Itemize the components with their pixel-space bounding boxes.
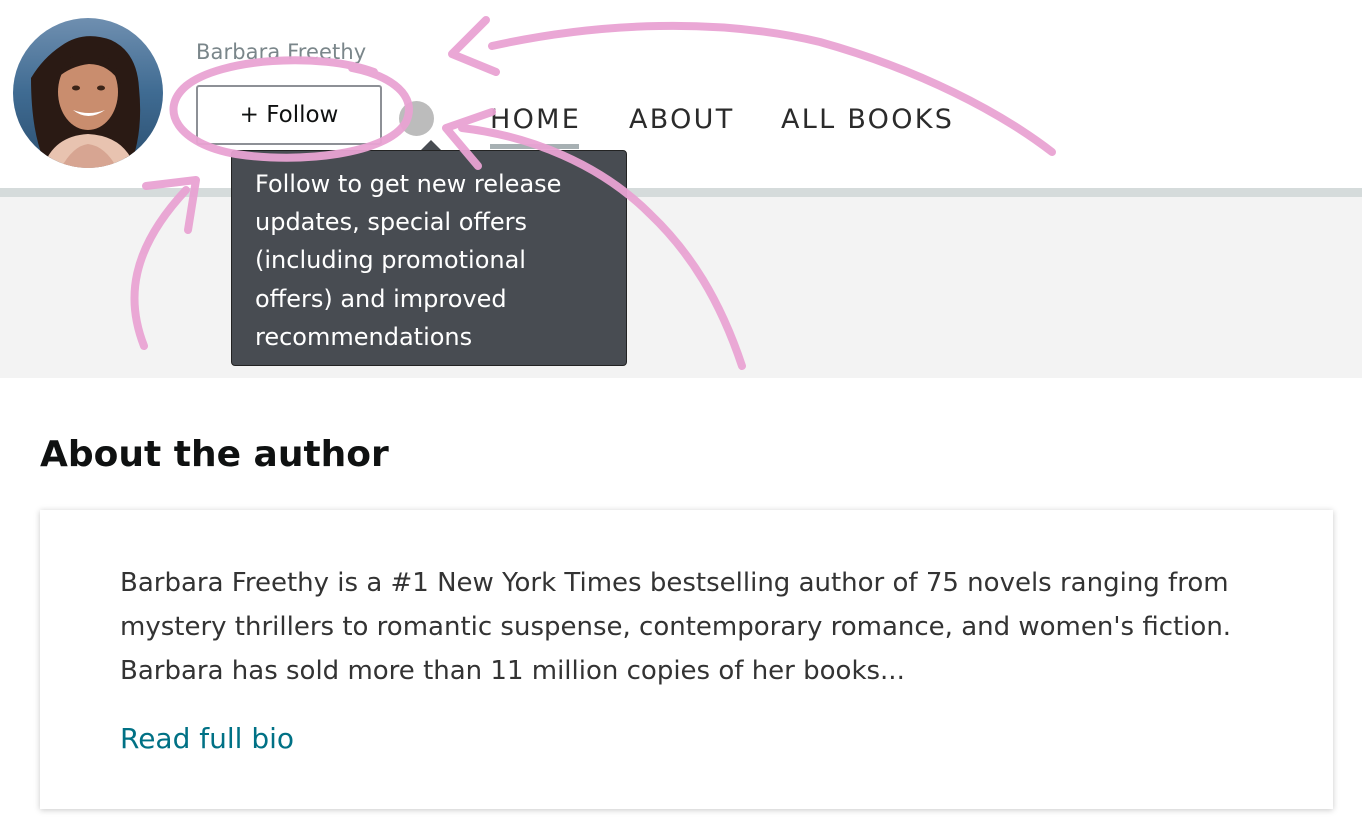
about-title: About the author: [40, 434, 389, 475]
bio-text: Barbara Freethy is a #1 New York Times b…: [120, 568, 1232, 686]
author-name[interactable]: Barbara Freethy: [196, 40, 366, 64]
annotation-arrowhead-top: [448, 16, 500, 76]
nav-home[interactable]: HOME: [490, 104, 581, 135]
author-avatar[interactable]: [13, 18, 163, 168]
nav-all-books[interactable]: ALL BOOKS: [781, 104, 954, 135]
bio-card: Barbara Freethy is a #1 New York Times b…: [40, 510, 1333, 809]
header-divider: [0, 188, 1362, 197]
read-full-bio-link[interactable]: Read full bio: [120, 722, 294, 755]
follow-button[interactable]: + Follow: [196, 85, 382, 145]
header-band: [0, 197, 1362, 378]
nav-active-indicator: [490, 144, 579, 149]
author-photo: [13, 18, 163, 168]
follow-tooltip: Follow to get new release updates, speci…: [231, 150, 627, 366]
info-icon[interactable]: [399, 101, 434, 136]
nav-about[interactable]: ABOUT: [629, 104, 735, 135]
